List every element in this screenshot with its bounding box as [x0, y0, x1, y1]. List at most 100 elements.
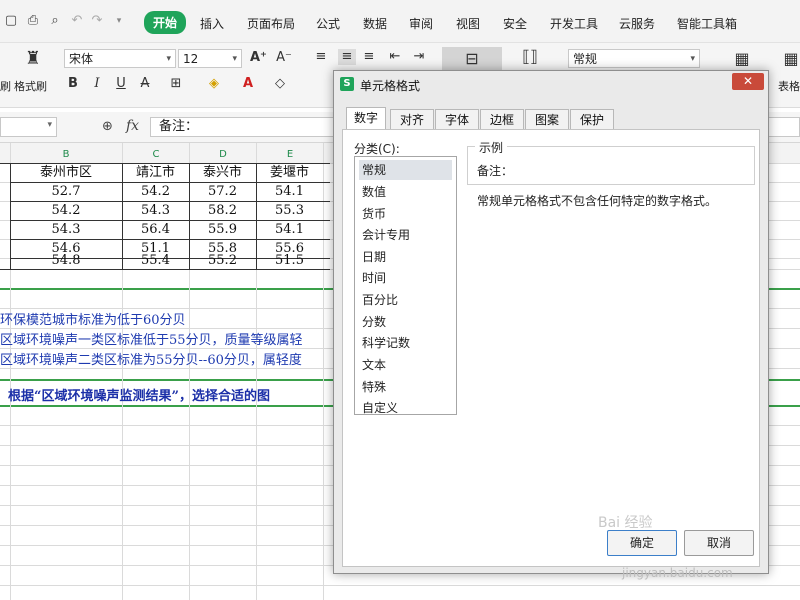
font-size-select[interactable]: 12 ▾	[178, 49, 242, 68]
tab-cloud-services[interactable]: 云服务	[619, 15, 655, 32]
table-style-label[interactable]: 表格	[778, 78, 800, 94]
paste-label[interactable]: 刷	[0, 78, 11, 94]
table-cell[interactable]: 54.8	[10, 251, 122, 270]
table-cell[interactable]: 54.2	[10, 201, 122, 220]
list-item[interactable]: 会计专用	[359, 225, 452, 245]
table-cell[interactable]: 54.3	[10, 220, 122, 239]
format-painter-label[interactable]: 格式刷	[14, 78, 47, 94]
column-header-b[interactable]: B	[10, 149, 122, 163]
tab-border[interactable]: 边框	[480, 109, 524, 129]
table-header-cell[interactable]: 泰州市区	[10, 163, 122, 182]
tab-font[interactable]: 字体	[435, 109, 479, 129]
table-cell[interactable]: 56.4	[122, 220, 189, 239]
column-header-c[interactable]: C	[123, 149, 189, 163]
border-icon[interactable]: ⊞	[168, 76, 184, 92]
table-cell[interactable]: 55.2	[189, 251, 256, 270]
tab-developer[interactable]: 开发工具	[550, 15, 598, 32]
table-header-cell[interactable]: 姜堰市	[256, 163, 323, 182]
conditional-format-icon[interactable]: ▦	[732, 51, 752, 67]
clear-format-icon[interactable]: ◇	[272, 76, 288, 92]
table-cell[interactable]: 54.1	[256, 220, 323, 239]
bold-icon[interactable]: B	[66, 76, 80, 92]
table-cell[interactable]: 54.1	[256, 182, 323, 201]
tab-review[interactable]: 审阅	[409, 15, 433, 32]
table-cell[interactable]: 58.2	[189, 201, 256, 220]
align-bottom-icon[interactable]: ≡	[362, 49, 376, 65]
tab-pattern[interactable]: 图案	[525, 109, 569, 129]
list-item[interactable]: 日期	[359, 247, 452, 267]
function-icon[interactable]: fx	[126, 118, 139, 134]
table-cell[interactable]: 54.2	[122, 182, 189, 201]
table-cell[interactable]: 54.3	[122, 201, 189, 220]
column-header-d[interactable]: D	[190, 149, 256, 163]
name-box[interactable]: ▾	[0, 117, 57, 137]
table-header-cell[interactable]: 靖江市	[122, 163, 189, 182]
table-cell[interactable]: 57.2	[189, 182, 256, 201]
print-preview-icon[interactable]: ⌕	[48, 14, 62, 28]
category-list[interactable]: 常规 数值 货币 会计专用 日期 时间 百分比 分数 科学记数 文本 特殊 自定…	[354, 156, 457, 415]
align-middle-icon[interactable]: ≡	[338, 49, 356, 65]
format-painter-icon[interactable]: ♜	[24, 50, 42, 68]
list-item[interactable]: 数值	[359, 182, 452, 202]
list-item[interactable]: 自定义	[359, 398, 452, 418]
note-line[interactable]: 环保模范城市标准为低于60分贝	[0, 309, 186, 328]
redo-icon[interactable]: ↷	[90, 14, 104, 28]
tab-number[interactable]: 数字	[346, 107, 386, 130]
dialog-title-bar[interactable]: S 单元格格式 ✕	[334, 71, 768, 99]
list-item[interactable]: 分数	[359, 312, 452, 332]
list-item[interactable]: 时间	[359, 268, 452, 288]
tab-page-layout[interactable]: 页面布局	[247, 15, 295, 32]
baidu-watermark-url: jingyan.baidu.com	[622, 566, 733, 580]
tab-smart-toolbox[interactable]: 智能工具箱	[677, 15, 737, 32]
tab-alignment[interactable]: 对齐	[390, 109, 434, 129]
table-cell[interactable]: 51.5	[256, 251, 323, 270]
list-item[interactable]: 文本	[359, 355, 452, 375]
tab-insert[interactable]: 插入	[200, 15, 224, 32]
font-color-icon[interactable]: A	[240, 76, 256, 92]
strikethrough-icon[interactable]: A	[138, 76, 152, 92]
table-cell[interactable]: 55.3	[256, 201, 323, 220]
chevron-down-icon[interactable]: ▾	[112, 14, 126, 28]
list-item[interactable]: 常规	[359, 160, 452, 180]
tab-protection[interactable]: 保护	[570, 109, 614, 129]
close-icon[interactable]: ✕	[732, 73, 764, 90]
tab-home[interactable]: 开始	[144, 11, 187, 34]
tab-formulas[interactable]: 公式	[316, 15, 340, 32]
zoom-icon[interactable]: ⊕	[102, 119, 113, 134]
font-name-select[interactable]: 宋体 ▾	[64, 49, 176, 68]
italic-icon[interactable]: I	[90, 76, 104, 92]
question-line[interactable]: 根据“区域环境噪声监测结果”，选择合适的图	[8, 385, 270, 404]
list-item[interactable]: 科学记数	[359, 333, 452, 353]
cancel-button[interactable]: 取消	[684, 530, 754, 556]
decrease-font-icon[interactable]: A⁻	[276, 50, 292, 66]
chevron-down-icon: ▾	[47, 120, 52, 130]
table-cell[interactable]: 52.7	[10, 182, 122, 201]
sample-label: 示例	[475, 139, 508, 156]
increase-font-icon[interactable]: A⁺	[250, 50, 267, 66]
wrap-text-icon[interactable]: ⟦⟧	[520, 49, 540, 65]
underline-icon[interactable]: U	[114, 76, 128, 92]
indent-decrease-icon[interactable]: ⇤	[388, 49, 402, 65]
undo-icon[interactable]: ↶	[70, 14, 84, 28]
print-icon[interactable]: ⎙	[26, 14, 40, 28]
note-line[interactable]: 区域环境噪声一类区标准低于55分贝，质量等级属轻	[0, 329, 303, 348]
indent-increase-icon[interactable]: ⇥	[412, 49, 426, 65]
align-top-icon[interactable]: ≡	[314, 49, 328, 65]
list-item[interactable]: 百分比	[359, 290, 452, 310]
tab-data[interactable]: 数据	[363, 15, 387, 32]
list-item[interactable]: 特殊	[359, 377, 452, 397]
list-item[interactable]: 货币	[359, 204, 452, 224]
table-header-cell[interactable]: 泰兴市	[189, 163, 256, 182]
save-icon[interactable]: ▢	[4, 14, 18, 28]
tab-view[interactable]: 视图	[456, 15, 480, 32]
note-line[interactable]: 区域环境噪声二类区标准为55分贝--60分贝，属轻度	[0, 349, 302, 368]
fill-color-icon[interactable]: ◈	[206, 76, 222, 92]
table-style-icon[interactable]: ▦	[782, 51, 800, 67]
number-format-select[interactable]: 常规 ▾	[568, 49, 700, 68]
column-header-e[interactable]: E	[257, 149, 323, 163]
ok-button[interactable]: 确定	[607, 530, 677, 556]
table-cell[interactable]: 55.9	[189, 220, 256, 239]
tab-security[interactable]: 安全	[503, 15, 527, 32]
baidu-watermark-logo: Bai 经验	[598, 515, 653, 531]
table-cell[interactable]: 55.4	[122, 251, 189, 270]
